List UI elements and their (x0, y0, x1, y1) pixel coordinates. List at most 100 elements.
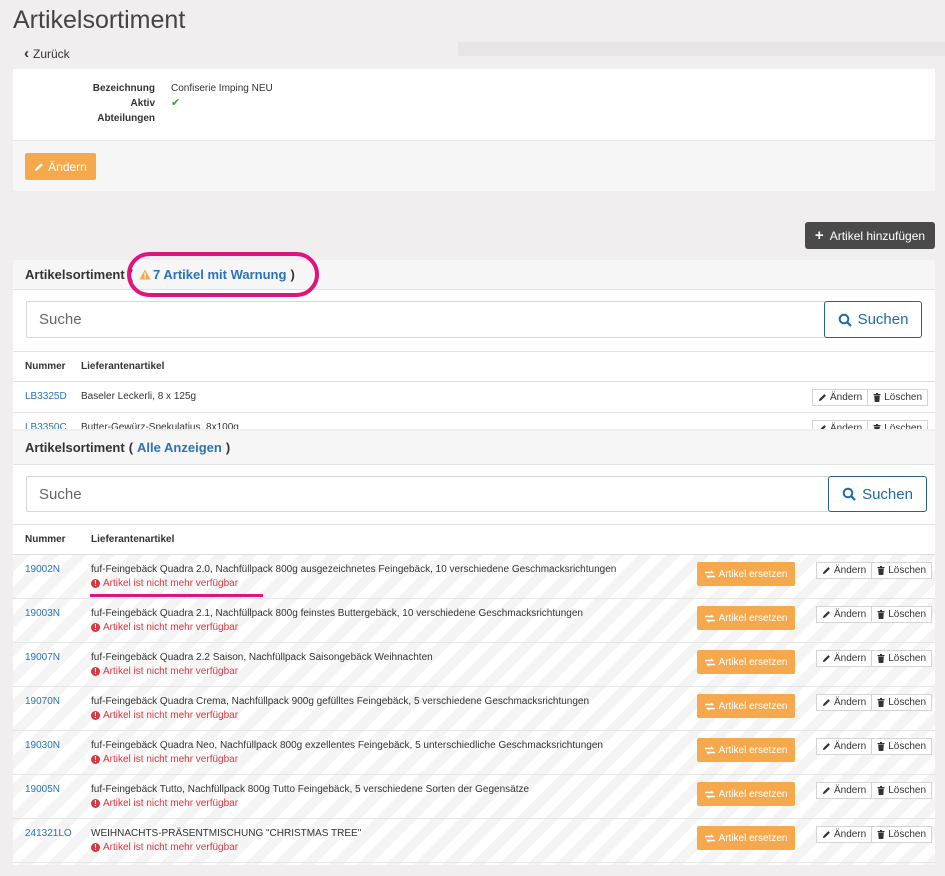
replace-article-button[interactable]: Artikel ersetzen (697, 694, 795, 718)
show-all-link[interactable]: Alle Anzeigen (137, 440, 222, 455)
search-button-label: Suchen (857, 311, 909, 328)
exclamation-icon: ! (91, 755, 100, 764)
table-header: Nummer Lieferantenartikel (13, 352, 935, 382)
search-button[interactable]: Suchen (828, 476, 927, 512)
search-input[interactable] (26, 301, 826, 338)
article-number-link[interactable]: 19005N (25, 784, 60, 795)
replace-article-button[interactable]: Artikel ersetzen (697, 562, 795, 586)
delete-button[interactable]: Löschen (872, 782, 933, 799)
label-abteilungen: Abteilungen (97, 113, 155, 124)
search-icon (842, 487, 856, 501)
search-row: Suchen (13, 290, 935, 352)
edit-button[interactable]: Ändern (816, 606, 873, 623)
edit-button-label: Ändern (830, 423, 863, 429)
row-actions: Ändern Löschen (816, 782, 933, 799)
delete-button[interactable]: Löschen (872, 694, 933, 711)
add-article-label: Artikel hinzufügen (829, 228, 926, 243)
row-actions: Ändern Löschen (816, 826, 933, 843)
check-icon: ✔ (171, 97, 181, 109)
delete-button[interactable]: Löschen (868, 389, 929, 406)
edit-button[interactable]: Ändern (812, 389, 869, 406)
edit-button-label: Ändern (834, 741, 867, 752)
edit-button[interactable]: Ändern (816, 694, 873, 711)
table-row: 19005N fuf-Feingebäck Tutto, Nachfüllpack… (13, 775, 935, 819)
delete-button[interactable]: Löschen (872, 738, 933, 755)
article-description: Baseler Leckerli, 8 x 125g (81, 391, 197, 402)
article-description: Butter-Gewürz-Spekulatius, 8x100g (81, 422, 239, 429)
article-number-link[interactable]: 19070N (25, 696, 60, 707)
delete-button-label: Löschen (888, 741, 927, 752)
exclamation-icon: ! (91, 579, 100, 588)
warning-text-label: Artikel ist nicht mehr verfügbar (103, 622, 239, 633)
delete-button[interactable]: Löschen (872, 562, 933, 579)
delete-button[interactable]: Löschen (872, 650, 933, 667)
article-number-link[interactable]: 19003N (25, 608, 60, 619)
article-number-link[interactable]: 241321LO (25, 828, 72, 839)
edit-button[interactable]: Ändern (816, 562, 873, 579)
edit-button[interactable]: Ändern (812, 420, 869, 429)
pencil-icon (820, 425, 826, 429)
add-article-button[interactable]: + Artikel hinzufügen (805, 222, 935, 249)
warning-text: ! Artikel ist nicht mehr verfügbar (91, 622, 238, 633)
replace-article-label: Artikel ersetzen (718, 788, 788, 800)
swap-icon (704, 658, 715, 666)
replace-article-button[interactable]: Artikel ersetzen (697, 826, 795, 850)
edit-button[interactable]: Ändern (816, 738, 873, 755)
article-number-link[interactable]: 19007N (25, 652, 60, 663)
edit-button-label: Ändern (834, 609, 867, 620)
exclamation-icon: ! (91, 667, 100, 676)
warning-text: ! Artikel ist nicht mehr verfügbar (91, 842, 238, 853)
warning-text-label: Artikel ist nicht mehr verfügbar (103, 578, 239, 589)
edit-button-label: Ändern (834, 785, 867, 796)
label-bezeichnung: Bezeichnung (92, 83, 155, 94)
info-card: Bezeichnung Confiserie Imping NEU Aktiv … (13, 69, 935, 191)
edit-button[interactable]: Ändern (816, 782, 873, 799)
article-number-link[interactable]: 19030N (25, 740, 60, 751)
article-number-link[interactable]: 19002N (25, 564, 60, 575)
pencil-icon (822, 787, 830, 795)
warning-text: ! Artikel ist nicht mehr verfügbar (91, 666, 238, 677)
back-link[interactable]: ‹ Zurück (24, 46, 70, 61)
article-description: fuf-Feingebäck Quadra Crema, Nachfüllpac… (91, 696, 590, 707)
replace-article-button[interactable]: Artikel ersetzen (697, 738, 795, 762)
delete-button[interactable]: Löschen (872, 826, 933, 843)
table-row: 19030N fuf-Feingebäck Quadra Neo, Nachfül… (13, 731, 935, 775)
edit-button[interactable]: Ändern (25, 153, 96, 180)
replace-article-button[interactable]: Artikel ersetzen (697, 650, 795, 674)
warning-text-label: Artikel ist nicht mehr verfügbar (103, 842, 239, 853)
trash-icon (877, 698, 885, 707)
warning-articles-link[interactable]: 7 Artikel mit Warnung (153, 267, 286, 282)
delete-button[interactable]: Löschen (872, 606, 933, 623)
warning-text: ! Artikel ist nicht mehr verfügbar (91, 754, 238, 765)
trash-icon (873, 424, 881, 429)
table-row: 19070N fuf-Feingebäck Quadra Crema, Nachf… (13, 687, 935, 731)
delete-button-label: Löschen (888, 565, 927, 576)
edit-button[interactable]: Ändern (816, 650, 873, 667)
article-number-link[interactable]: LB3350C (25, 422, 67, 429)
edit-button-label: Ändern (48, 159, 87, 174)
edit-button-label: Ändern (834, 565, 867, 576)
replace-article-button[interactable]: Artikel ersetzen (697, 606, 795, 630)
article-number-link[interactable]: LB3325D (25, 391, 67, 402)
back-link-label: Zurück (33, 47, 70, 61)
search-icon (838, 313, 852, 327)
row-actions: Ändern Löschen (816, 606, 933, 623)
search-button[interactable]: Suchen (824, 301, 922, 338)
trash-icon (873, 393, 881, 402)
edit-button[interactable]: Ändern (816, 826, 873, 843)
search-input[interactable] (26, 476, 830, 512)
swap-icon (704, 702, 715, 710)
replace-article-button[interactable]: Artikel ersetzen (697, 782, 795, 806)
warning-text-label: Artikel ist nicht mehr verfügbar (103, 798, 239, 809)
exclamation-icon: ! (91, 711, 100, 720)
row-actions: Ändern Löschen (812, 420, 929, 429)
delete-button[interactable]: Löschen (868, 420, 929, 429)
pencil-icon (822, 611, 830, 619)
trash-icon (877, 610, 885, 619)
trash-icon (877, 742, 885, 751)
label-aktiv: Aktiv (130, 98, 155, 109)
all-assortment-panel: Artikelsortiment ( Alle Anzeigen ) Suche… (13, 431, 935, 865)
panel-title: Artikelsortiment (25, 267, 125, 282)
article-description: fuf-Feingebäck Quadra Neo, Nachfüllpack … (91, 740, 603, 751)
table-row: LB3350C Butter-Gewürz-Spekulatius, 8x100g… (13, 413, 935, 429)
